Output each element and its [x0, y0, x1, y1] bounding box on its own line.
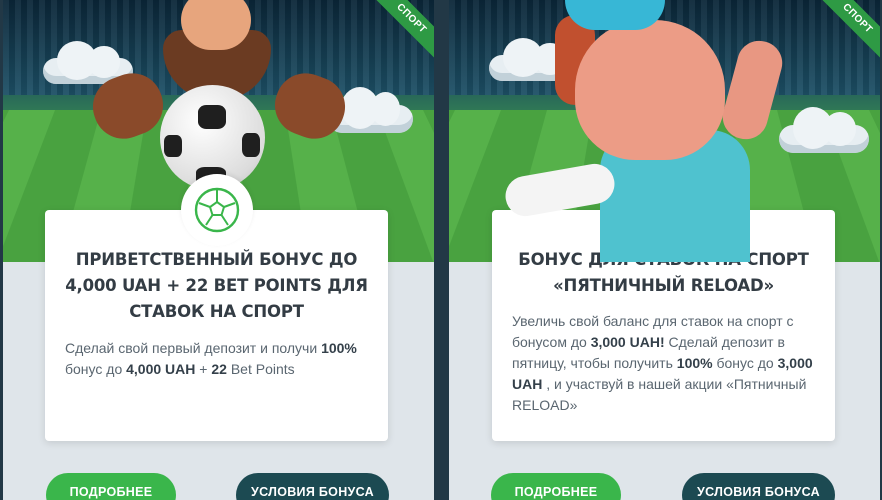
more-details-button[interactable]: ПОДРОБНЕЕ: [46, 473, 176, 500]
more-details-button[interactable]: ПОДРОБНЕЕ: [491, 473, 621, 500]
bonus-terms-button[interactable]: УСЛОВИЯ БОНУСА: [236, 473, 389, 500]
promo-description: Сделай свой первый депозит и получи 100%…: [65, 340, 357, 377]
page-gutter-middle: [434, 0, 449, 500]
promo-info-card: ПРИВЕТСТВЕННЫЙ БОНУС ДО 4,000 UAH + 22 B…: [45, 174, 388, 441]
promo-title: ПРИВЕТСТВЕННЫЙ БОНУС ДО 4,000 UAH + 22 B…: [65, 250, 368, 321]
promo-card-welcome-bonus: СПОРТ ПРИВЕТСТВЕННЫЙ БОНУС ДО 4,000 UAH …: [3, 0, 434, 500]
promo-description: Увеличь свой баланс для ставок на спорт …: [512, 313, 813, 413]
soccer-ball-icon: [180, 174, 253, 246]
bonus-terms-button[interactable]: УСЛОВИЯ БОНУСА: [682, 473, 835, 500]
